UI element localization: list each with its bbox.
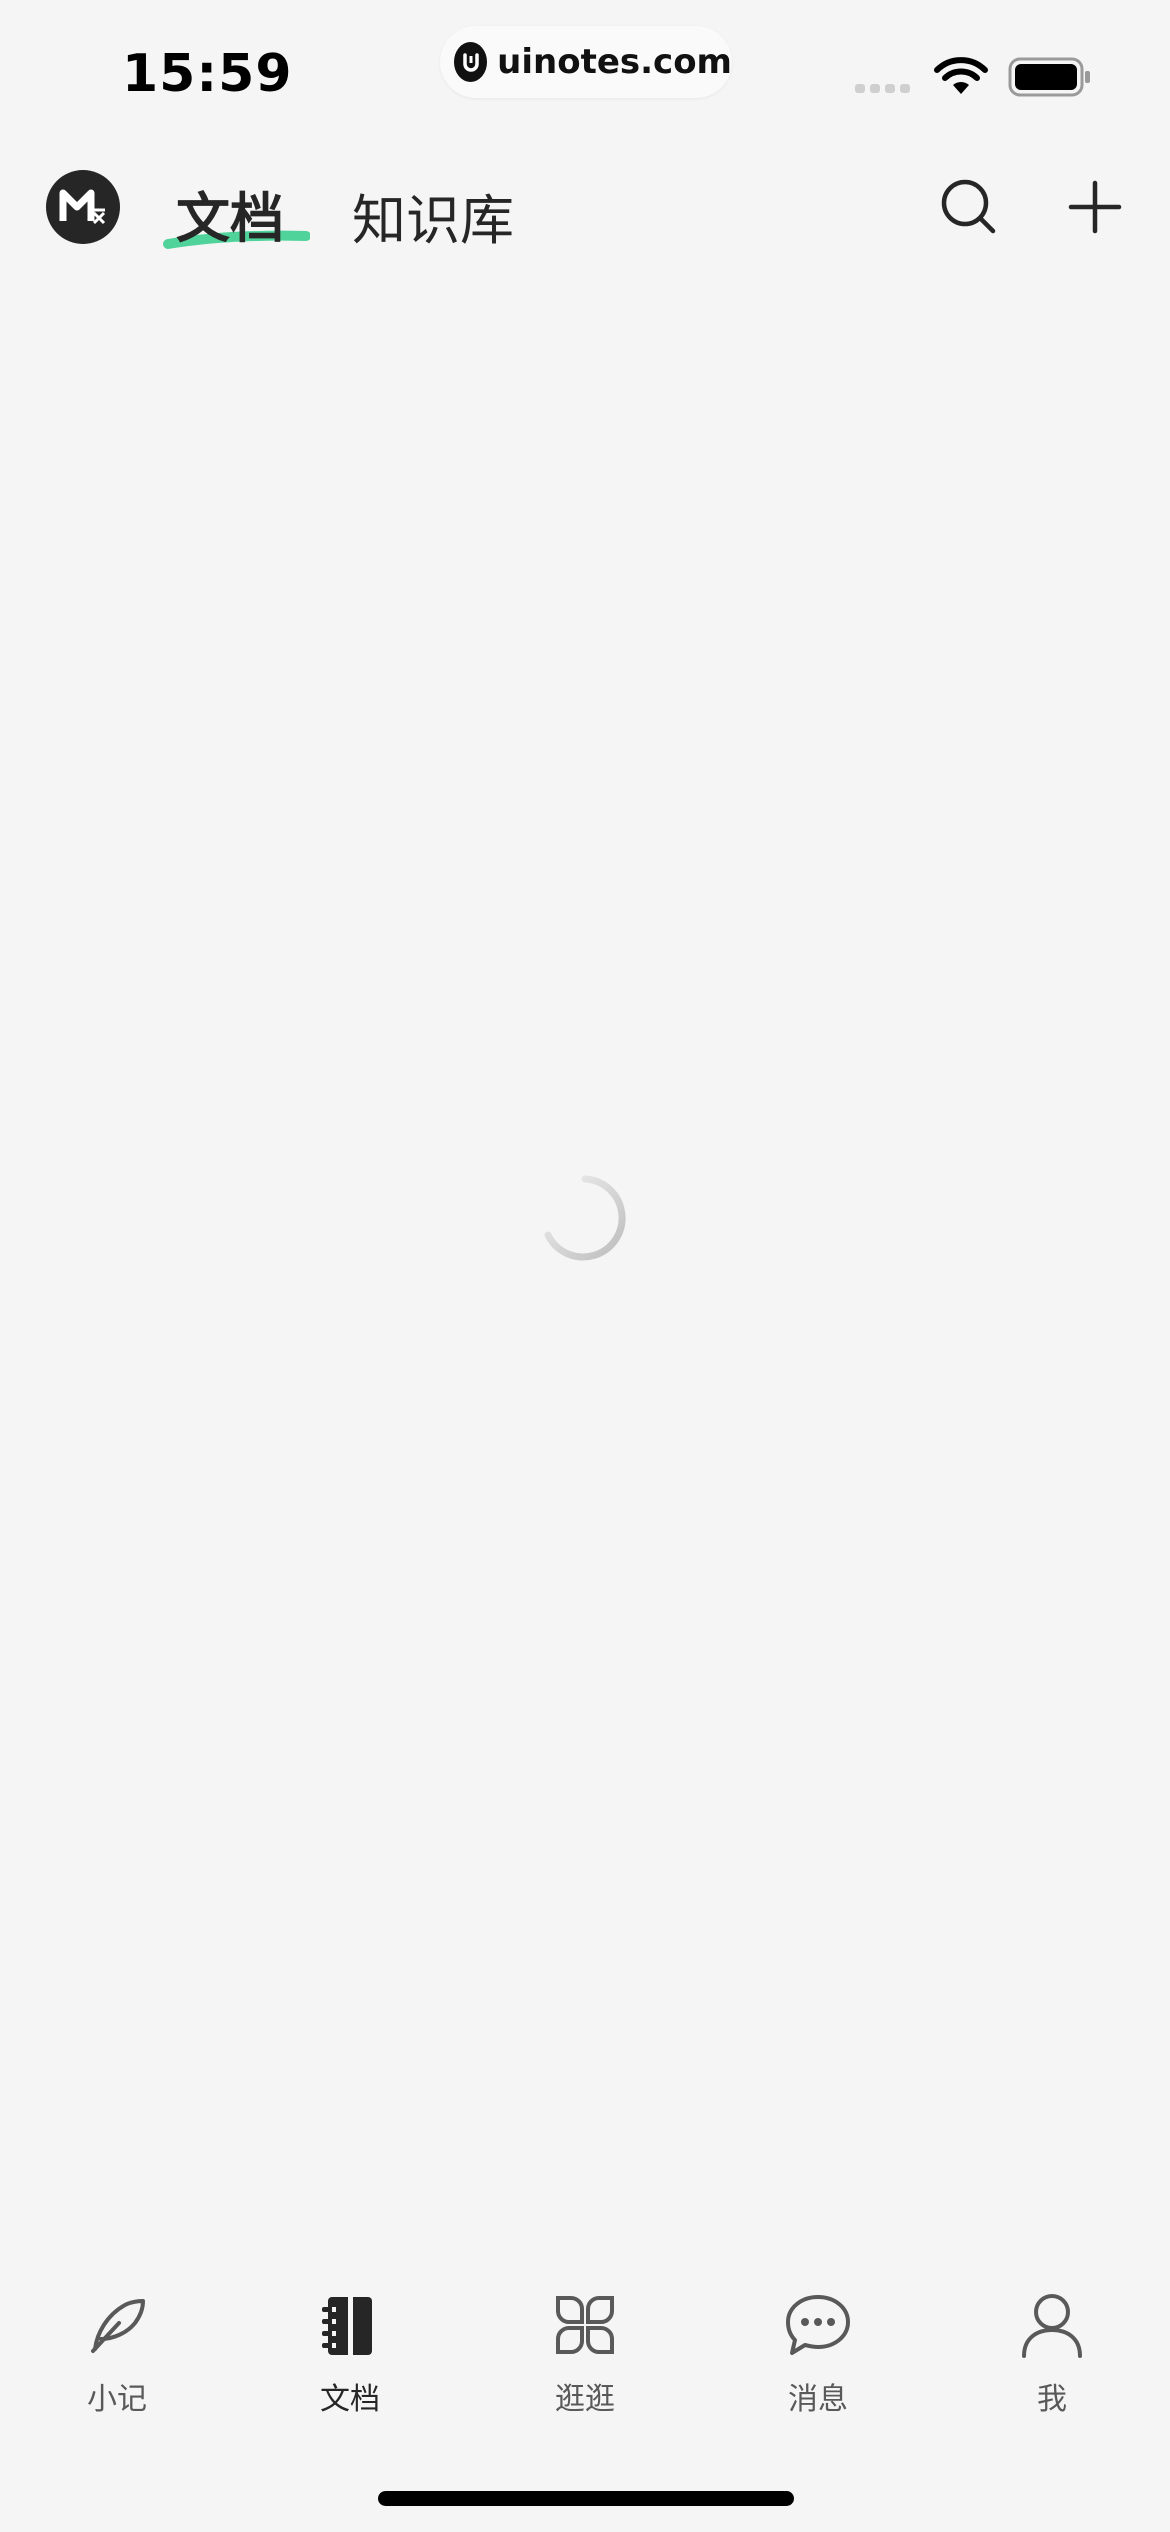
tab-knowledge-base[interactable]: 知识库 xyxy=(352,176,514,255)
loading-spinner-icon xyxy=(544,1175,626,1261)
nav-label-me: 我 xyxy=(1037,2382,1067,2417)
app-header: 文档 知识库 xyxy=(0,150,1170,270)
tab-docs[interactable]: 文档 xyxy=(176,174,284,253)
url-text: uinotes.com xyxy=(497,42,732,82)
bottom-nav: 小记 文档 逛逛 消息 我 xyxy=(0,2270,1170,2470)
feather-icon xyxy=(82,2290,152,2360)
status-time: 15:59 xyxy=(122,44,293,104)
nav-label-notes: 小记 xyxy=(87,2382,147,2417)
nav-label-explore: 逛逛 xyxy=(555,2382,615,2417)
avatar[interactable] xyxy=(46,170,120,244)
search-button[interactable] xyxy=(934,172,1004,242)
nav-label-messages: 消息 xyxy=(788,2382,848,2417)
notebook-icon xyxy=(315,2290,385,2360)
wifi-icon xyxy=(934,56,988,100)
add-button[interactable] xyxy=(1060,172,1130,242)
url-pill[interactable]: uinotes.com xyxy=(440,26,732,98)
home-indicator xyxy=(378,2491,794,2506)
explore-icon xyxy=(550,2290,620,2360)
nav-item-notes[interactable]: 小记 xyxy=(37,2290,197,2420)
nav-item-messages[interactable]: 消息 xyxy=(738,2290,898,2420)
nav-item-docs[interactable]: 文档 xyxy=(270,2290,430,2420)
status-bar: 15:59 uinotes.com xyxy=(0,0,1170,150)
nav-item-me[interactable]: 我 xyxy=(972,2290,1132,2420)
person-icon xyxy=(1017,2290,1087,2360)
nav-item-explore[interactable]: 逛逛 xyxy=(505,2290,665,2420)
uinotes-logo-icon xyxy=(454,42,488,82)
message-icon xyxy=(783,2290,853,2360)
cellular-signal-icon xyxy=(855,84,910,93)
nav-label-docs: 文档 xyxy=(320,2382,380,2417)
battery-icon xyxy=(1008,57,1092,101)
plus-icon xyxy=(1068,180,1122,234)
main-content xyxy=(0,270,1170,2270)
search-icon xyxy=(941,179,996,234)
